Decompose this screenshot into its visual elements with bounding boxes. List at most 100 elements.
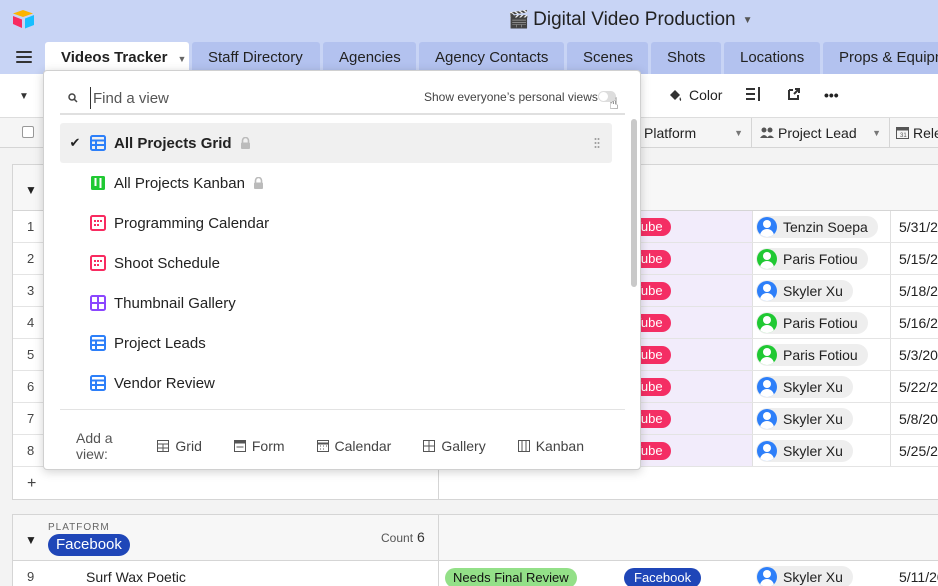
grid-view-icon — [90, 375, 106, 391]
avatar — [757, 377, 777, 397]
view-item[interactable]: Thumbnail Gallery — [60, 283, 612, 323]
hamburger-menu-icon[interactable] — [16, 51, 32, 63]
lock-icon — [240, 137, 250, 149]
release-date-cell[interactable]: 5/25/20 — [899, 443, 938, 459]
release-date-cell[interactable]: 5/3/20 — [899, 347, 938, 363]
chevron-down-icon[interactable]: ▼ — [177, 54, 186, 64]
divider — [752, 275, 753, 306]
add-record-button[interactable]: + — [27, 475, 36, 493]
table-tabs-bar: Videos Tracker ▼ Staff Directory Agencies… — [0, 40, 938, 74]
project-lead-chip[interactable]: Paris Fotiou — [756, 344, 868, 366]
project-lead-chip[interactable]: Tenzin Soepa — [756, 216, 878, 238]
view-item[interactable]: ✔ All Projects Grid — [60, 123, 612, 163]
project-lead-chip[interactable]: Skyler Xu — [756, 376, 853, 398]
chevron-down-icon: ▼ — [742, 14, 753, 26]
tab-label: Agencies — [339, 49, 401, 66]
add-grid-view-button[interactable]: Grid — [157, 438, 202, 454]
row-name-cell[interactable]: Surf Wax Poetic — [86, 569, 186, 585]
status-pill[interactable]: Needs Final Review — [445, 568, 577, 586]
share-view-button[interactable] — [787, 87, 801, 101]
add-kanban-view-button[interactable]: Kanban — [517, 438, 584, 454]
tab-locations[interactable]: Locations — [724, 42, 820, 74]
add-form-view-button[interactable]: Form — [233, 438, 285, 454]
release-date-cell[interactable]: 5/15/20 — [899, 251, 938, 267]
tab-label: Locations — [740, 49, 805, 66]
checkmark-icon: ✔ — [69, 135, 81, 150]
calendar-view-icon — [90, 215, 106, 231]
collapse-group-icon[interactable]: ▼ — [25, 183, 37, 197]
select-all-checkbox[interactable] — [22, 126, 34, 138]
project-lead-name: Skyler Xu — [783, 411, 843, 427]
group-header: ▼ PLATFORM Facebook Count 6 — [13, 515, 938, 561]
tab-label: Videos Tracker — [61, 49, 168, 66]
more-options-icon[interactable]: ••• — [824, 87, 839, 103]
release-date-cell[interactable]: 5/18/20 — [899, 283, 938, 299]
clapperboard-icon: 🎬 — [508, 10, 530, 29]
add-option-label: Kanban — [535, 438, 584, 454]
view-item[interactable]: Programming Calendar — [60, 203, 612, 243]
column-header-release-date[interactable]: 31 Rele — [889, 118, 938, 148]
view-item[interactable]: Shoot Schedule — [60, 243, 612, 283]
group-count-label: Count — [381, 531, 414, 545]
add-gallery-view-button[interactable]: Gallery — [423, 438, 486, 454]
row-height-button[interactable] — [746, 87, 761, 101]
project-lead-chip[interactable]: Paris Fotiou — [756, 248, 868, 270]
tab-label: Shots — [667, 49, 706, 66]
project-lead-chip[interactable]: Skyler Xu — [756, 280, 853, 302]
release-date-cell[interactable]: 5/11/20 — [899, 569, 938, 585]
tab-props-equipment[interactable]: Props & Equipm — [823, 42, 938, 74]
project-lead-name: Skyler Xu — [783, 283, 843, 299]
airtable-logo-icon[interactable] — [12, 9, 36, 29]
kanban-view-icon — [91, 176, 105, 190]
view-search-input[interactable] — [90, 87, 370, 109]
release-date-cell[interactable]: 5/8/20 — [899, 411, 938, 427]
column-header-project-lead[interactable]: Project Lead ▼ — [751, 118, 889, 148]
tab-shots[interactable]: Shots — [651, 42, 721, 74]
view-list: ✔ All Projects Grid All Projects Kanban Pro… — [60, 123, 612, 403]
column-header-label: Platform — [644, 125, 697, 141]
view-item[interactable]: Vendor Review — [60, 363, 612, 403]
project-lead-chip[interactable]: Skyler Xu — [756, 566, 853, 586]
column-header-label: Rele — [913, 125, 938, 141]
project-lead-chip[interactable]: Skyler Xu — [756, 440, 853, 462]
row-number: 8 — [27, 443, 35, 458]
table-row[interactable]: 9 Surf Wax Poetic Needs Final Review Fac… — [13, 561, 938, 586]
project-lead-chip[interactable]: Paris Fotiou — [756, 312, 868, 334]
tab-label: Agency Contacts — [435, 49, 549, 66]
project-lead-name: Paris Fotiou — [783, 315, 858, 331]
chevron-down-icon[interactable]: ▼ — [19, 91, 29, 102]
form-icon — [233, 440, 246, 452]
row-number: 9 — [27, 569, 35, 584]
view-item[interactable]: Project Leads — [60, 323, 612, 363]
add-calendar-view-button[interactable]: Calendar — [316, 438, 391, 454]
calendar-icon: 31 — [896, 127, 909, 139]
avatar — [757, 313, 777, 333]
row-number: 5 — [27, 347, 35, 362]
row-number: 7 — [27, 411, 35, 426]
add-view-row: Add a view: Grid Form Calendar Gallery K… — [76, 430, 616, 462]
collapse-group-icon[interactable]: ▼ — [25, 533, 37, 547]
chevron-down-icon[interactable]: ▼ — [734, 118, 743, 148]
release-date-cell[interactable]: 5/16/20 — [899, 315, 938, 331]
project-lead-chip[interactable]: Skyler Xu — [756, 408, 853, 430]
view-item[interactable]: All Projects Kanban — [60, 163, 612, 203]
view-name: Vendor Review — [114, 374, 215, 392]
release-date-cell[interactable]: 5/31/20 — [899, 219, 938, 235]
release-date-cell[interactable]: 5/22/20 — [899, 379, 938, 395]
platform-pill[interactable]: Facebook — [624, 568, 702, 586]
view-name: All Projects Grid — [114, 134, 232, 152]
divider — [752, 435, 753, 466]
color-button[interactable]: Color — [668, 87, 722, 103]
view-name: Project Leads — [114, 334, 206, 352]
base-title[interactable]: 🎬 Digital Video Production ▼ — [508, 9, 753, 31]
row-number: 2 — [27, 251, 35, 266]
scrollbar[interactable] — [631, 119, 637, 287]
drag-handle-icon[interactable] — [594, 137, 600, 149]
share-icon — [788, 88, 800, 100]
tab-label: Staff Directory — [208, 49, 303, 66]
chevron-down-icon[interactable]: ▼ — [872, 118, 881, 148]
group-value-pill: Facebook — [48, 534, 130, 556]
hand-cursor-icon: ☝ — [609, 96, 619, 113]
row-number: 3 — [27, 283, 35, 298]
avatar — [757, 249, 777, 269]
